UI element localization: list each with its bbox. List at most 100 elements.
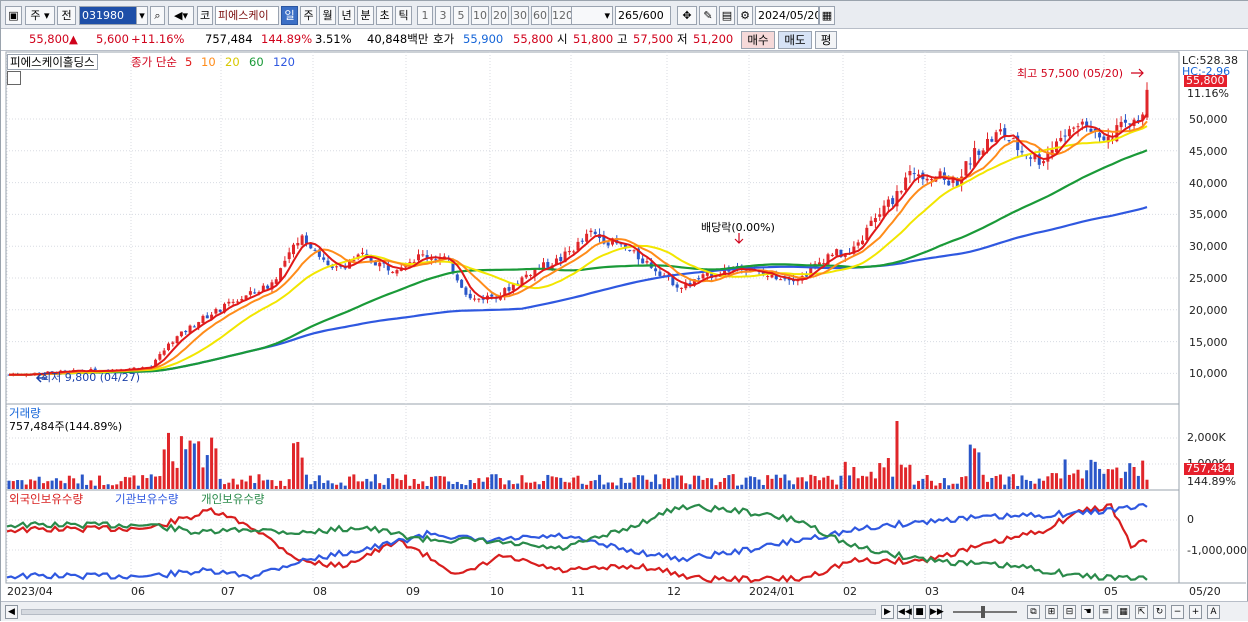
date-tick-3: 08 bbox=[313, 585, 327, 598]
ma-60-legend[interactable]: 60 bbox=[249, 55, 264, 69]
volume-bar bbox=[1067, 474, 1071, 489]
institution-holding-title: 기관보유수량 bbox=[115, 492, 179, 506]
scroll-track[interactable] bbox=[21, 609, 876, 615]
high-arrow-icon bbox=[1131, 68, 1144, 78]
hts-chart-window: ▣ 주 ▾ 전 031980 ▾ ⌕ ◀▾ 코 피에스케이 일주월년분초틱 13… bbox=[0, 0, 1248, 621]
candle-body bbox=[235, 301, 239, 303]
volume-bar bbox=[373, 474, 377, 489]
table-icon[interactable]: ▦ bbox=[1117, 605, 1130, 619]
candle-body bbox=[912, 173, 916, 175]
volume-bar bbox=[447, 481, 451, 489]
volume-bar bbox=[662, 478, 666, 489]
volume-bar bbox=[908, 464, 912, 489]
list-icon[interactable]: ≡ bbox=[1099, 605, 1112, 619]
volume-bar bbox=[692, 475, 696, 489]
volume-bar bbox=[929, 480, 933, 489]
volume-bar bbox=[873, 478, 877, 489]
layout-icon[interactable]: ⊞ bbox=[1045, 605, 1058, 619]
stop-icon[interactable]: ■ bbox=[913, 605, 926, 619]
candle-body bbox=[292, 244, 295, 255]
volume-bar bbox=[1102, 473, 1106, 489]
volume-bar bbox=[1016, 485, 1020, 489]
candle-body bbox=[1020, 151, 1024, 153]
volume-bar bbox=[654, 474, 658, 489]
volume-bar bbox=[162, 449, 166, 489]
volume-bar bbox=[895, 421, 899, 489]
bottom-scrollbar[interactable]: ◀ ▶ ◀◀ ■ ▶▶ ⧉ ⊞ ⊟ ☚ ≡ ▦ ⇱ ↻ − + A bbox=[1, 601, 1248, 621]
rewind-icon[interactable]: ◀◀ bbox=[897, 605, 912, 619]
volume-bar bbox=[192, 443, 196, 489]
ma-120-legend[interactable]: 120 bbox=[273, 55, 295, 69]
candle-body bbox=[287, 252, 291, 260]
volume-bar bbox=[425, 485, 429, 489]
zoom-handle[interactable] bbox=[981, 606, 985, 618]
volume-bar bbox=[843, 461, 847, 489]
volume-bar bbox=[882, 467, 886, 489]
split-icon[interactable]: ⊟ bbox=[1063, 605, 1076, 619]
volume-bar bbox=[348, 476, 352, 489]
date-tick-1: 06 bbox=[131, 585, 145, 598]
volume-bar bbox=[839, 475, 843, 489]
volume-bar bbox=[1033, 483, 1037, 489]
font-icon[interactable]: A bbox=[1207, 605, 1220, 619]
volume-bar bbox=[41, 483, 45, 489]
volume-bar bbox=[649, 481, 653, 489]
volume-bar bbox=[29, 479, 33, 489]
candle-body bbox=[632, 250, 636, 252]
volume-bar bbox=[891, 476, 895, 489]
volume-bar bbox=[442, 476, 446, 489]
volume-bar bbox=[1136, 475, 1140, 489]
volume-bar bbox=[542, 480, 546, 489]
refresh-icon[interactable]: ↻ bbox=[1153, 605, 1166, 619]
candle-body bbox=[473, 298, 477, 300]
volume-bar bbox=[80, 474, 84, 489]
candle-body bbox=[929, 179, 933, 181]
price-tick-5: 25,000 bbox=[1189, 272, 1228, 285]
ma-5-legend[interactable]: 5 bbox=[185, 55, 192, 69]
volume-bar bbox=[335, 484, 339, 489]
scroll-right-icon[interactable]: ▶ bbox=[881, 605, 894, 619]
volume-bar bbox=[934, 485, 938, 489]
volume-bar bbox=[1076, 469, 1080, 489]
holding-axis-neg: -1,000,000 bbox=[1187, 544, 1247, 557]
volume-bar bbox=[912, 484, 916, 489]
volume-bar bbox=[770, 478, 774, 489]
volume-bar bbox=[473, 483, 477, 489]
volume-bar bbox=[110, 485, 114, 489]
ma-120-line bbox=[8, 206, 1148, 376]
candle-body bbox=[580, 240, 584, 242]
candle-body bbox=[460, 279, 464, 288]
price-chart[interactable] bbox=[1, 1, 1248, 622]
export-icon[interactable]: ⇱ bbox=[1135, 605, 1148, 619]
ma-20-legend[interactable]: 20 bbox=[225, 55, 240, 69]
volume-bar bbox=[598, 474, 602, 489]
volume-bar bbox=[921, 478, 925, 489]
volume-bar bbox=[1020, 475, 1024, 489]
zoom-in-icon[interactable]: + bbox=[1189, 605, 1202, 619]
scroll-left-icon[interactable]: ◀ bbox=[5, 605, 18, 619]
candle-body bbox=[378, 262, 382, 267]
price-tick-3: 35,000 bbox=[1189, 208, 1228, 222]
grid-icon[interactable] bbox=[7, 71, 21, 85]
candle-body bbox=[822, 263, 826, 265]
ma-10-legend[interactable]: 10 bbox=[201, 55, 216, 69]
volume-bar bbox=[550, 476, 554, 489]
candle-body bbox=[679, 287, 683, 289]
candle-body bbox=[628, 249, 632, 251]
zoom-out-icon[interactable]: − bbox=[1171, 605, 1184, 619]
candle-body bbox=[395, 270, 399, 274]
volume-bar bbox=[330, 483, 334, 489]
zoom-slider[interactable] bbox=[953, 611, 1017, 613]
forward-icon[interactable]: ▶▶ bbox=[929, 605, 944, 619]
volume-bar bbox=[404, 474, 408, 489]
candle-body bbox=[593, 231, 597, 235]
copy-icon[interactable]: ⧉ bbox=[1027, 605, 1040, 619]
hand-icon[interactable]: ☚ bbox=[1081, 605, 1094, 619]
volume-bar bbox=[210, 437, 214, 489]
date-tick-13: 05/20 bbox=[1189, 585, 1221, 598]
volume-bar bbox=[477, 478, 481, 489]
candle-body bbox=[990, 139, 994, 142]
volume-bar bbox=[154, 476, 158, 489]
stock-name-legend[interactable]: 피에스케이홀딩스 bbox=[7, 54, 98, 70]
volume-bar bbox=[1098, 468, 1102, 489]
